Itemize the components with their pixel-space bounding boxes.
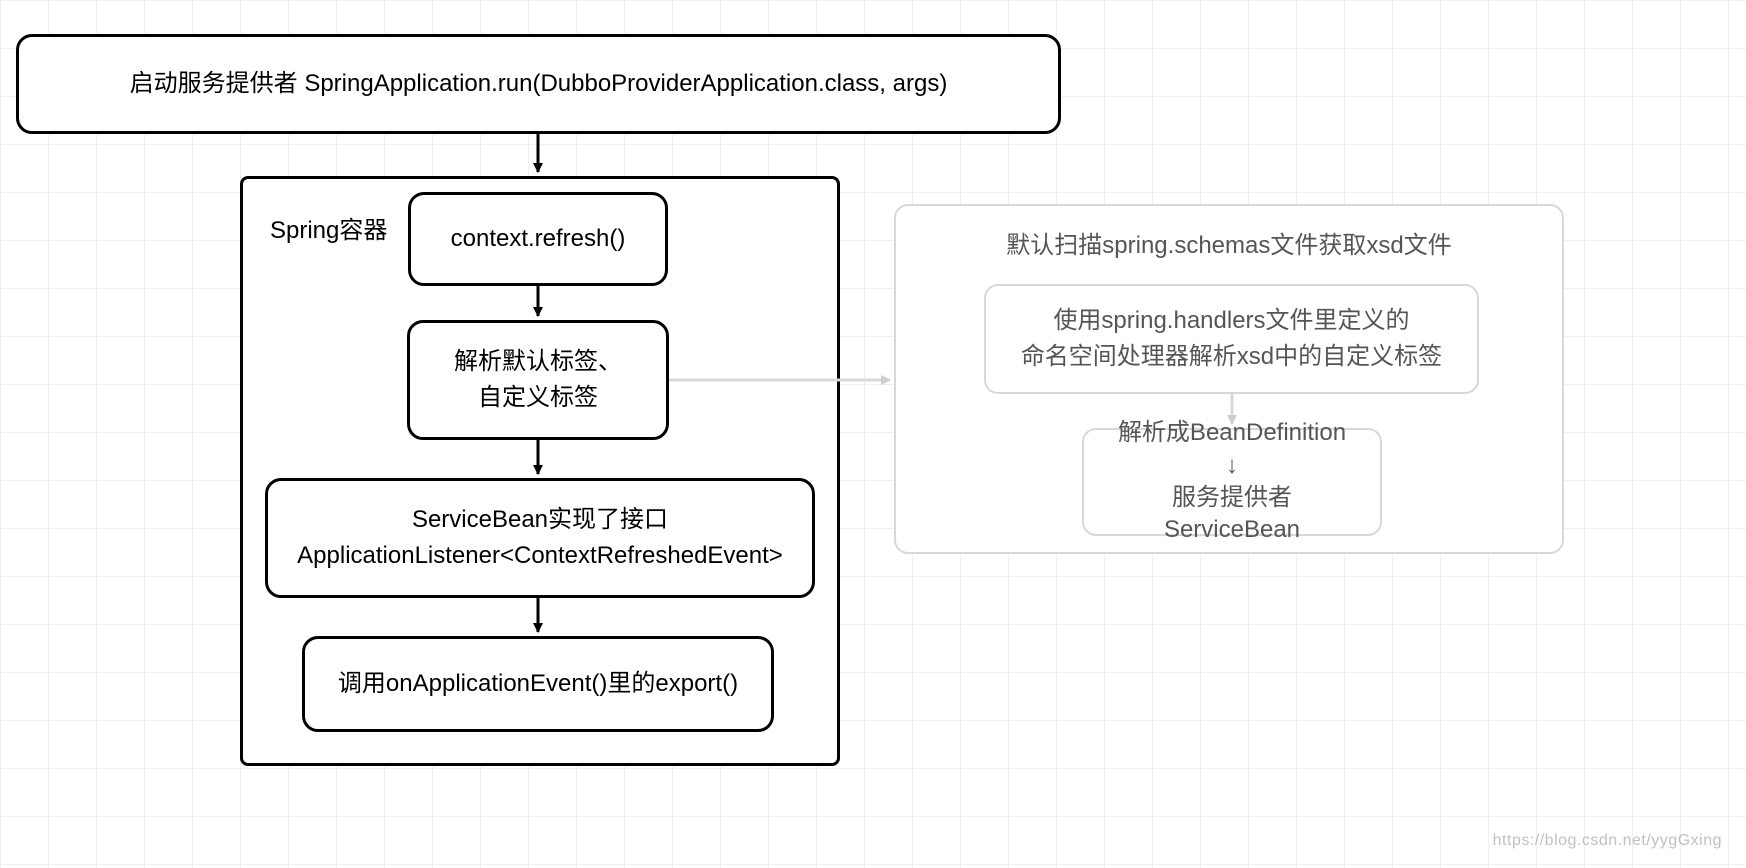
servicebean-listener-text: ServiceBean实现了接口 ApplicationListener<Con… (297, 502, 783, 574)
context-refresh-box: context.refresh() (408, 192, 668, 286)
start-box: 启动服务提供者 SpringApplication.run(DubboProvi… (16, 34, 1061, 134)
watermark: https://blog.csdn.net/yygGxing (1493, 832, 1722, 850)
right-container-title: 默认扫描spring.schemas文件获取xsd文件 (1006, 228, 1451, 264)
diagram-canvas: 启动服务提供者 SpringApplication.run(DubboProvi… (0, 0, 1746, 868)
handlers-box: 使用spring.handlers文件里定义的 命名空间处理器解析xsd中的自定… (984, 284, 1479, 394)
spring-container-label: Spring容器 (270, 210, 387, 245)
export-box: 调用onApplicationEvent()里的export() (302, 636, 774, 732)
servicebean-listener-box: ServiceBean实现了接口 ApplicationListener<Con… (265, 478, 815, 598)
beandef-text: 解析成BeanDefinition ↓ 服务提供者ServiceBean (1108, 417, 1356, 547)
export-text: 调用onApplicationEvent()里的export() (338, 666, 738, 702)
context-refresh-text: context.refresh() (451, 221, 626, 257)
parse-tags-text: 解析默认标签、 自定义标签 (454, 344, 622, 416)
beandef-box: 解析成BeanDefinition ↓ 服务提供者ServiceBean (1082, 428, 1382, 536)
start-box-text: 启动服务提供者 SpringApplication.run(DubboProvi… (130, 66, 948, 102)
spring-container-label-text: Spring容器 (270, 217, 387, 244)
watermark-text: https://blog.csdn.net/yygGxing (1493, 832, 1722, 849)
parse-tags-box: 解析默认标签、 自定义标签 (407, 320, 669, 440)
handlers-text: 使用spring.handlers文件里定义的 命名空间处理器解析xsd中的自定… (1021, 303, 1442, 375)
